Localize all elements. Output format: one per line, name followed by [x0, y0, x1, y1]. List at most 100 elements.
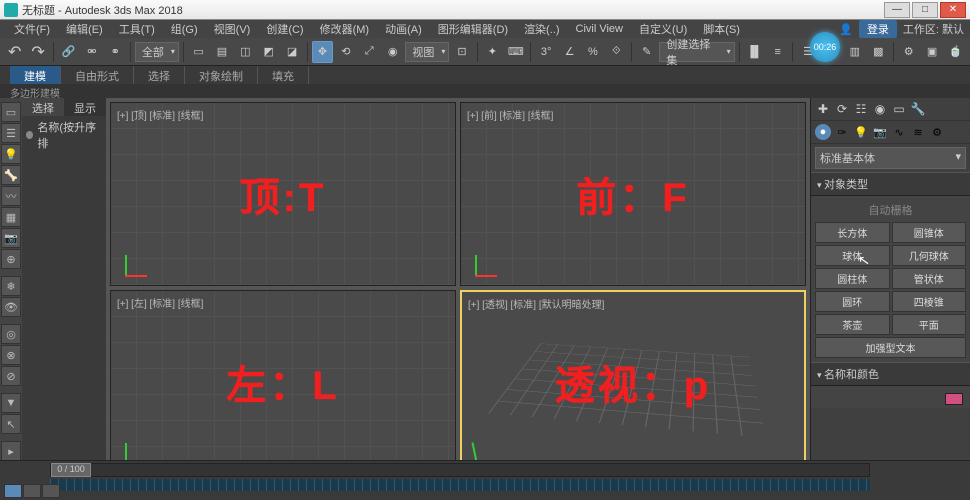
- scale-button[interactable]: ⤢: [359, 41, 380, 63]
- lt-layers[interactable]: ☰: [1, 123, 21, 143]
- render-setup-button[interactable]: ⚙: [898, 41, 919, 63]
- move-button[interactable]: ✥: [312, 41, 333, 63]
- select-window-button[interactable]: ◩: [258, 41, 279, 63]
- scene-header-row[interactable]: 名称(按升序排: [22, 116, 106, 154]
- cp-utilities-icon[interactable]: 🔧: [910, 101, 926, 117]
- viewport-left-label[interactable]: [+] [左] [标准] [线框]: [117, 295, 203, 310]
- link-button[interactable]: 🔗: [58, 41, 79, 63]
- rollout-name-color[interactable]: 名称和颜色: [811, 362, 970, 386]
- primitive-pyramid[interactable]: 四棱锥: [892, 291, 967, 312]
- rollout-object-type[interactable]: 对象类型: [811, 172, 970, 196]
- render-frame-button[interactable]: ▣: [921, 41, 942, 63]
- selection-filter-dropdown[interactable]: 全部: [135, 42, 179, 62]
- place-button[interactable]: ◉: [382, 41, 403, 63]
- time-slider-handle[interactable]: 0 / 100: [51, 463, 91, 477]
- lt-x2[interactable]: ⊘: [1, 366, 21, 386]
- autogrid-checkbox[interactable]: 自动栅格: [815, 200, 966, 220]
- lt-select[interactable]: ▭: [1, 102, 21, 122]
- primitive-cone[interactable]: 圆锥体: [892, 222, 967, 243]
- cp-display-icon[interactable]: ▭: [891, 101, 907, 117]
- lt-bone[interactable]: 🦴: [1, 165, 21, 185]
- primitive-teapot[interactable]: 茶壶: [815, 314, 890, 335]
- maximize-button[interactable]: □: [912, 2, 938, 18]
- primitive-cylinder[interactable]: 圆柱体: [815, 268, 890, 289]
- rotate-button[interactable]: ⟲: [335, 41, 356, 63]
- viewport-left[interactable]: [+] [左] [标准] [线框] 左：L: [110, 290, 456, 474]
- ribbon-tab-populate[interactable]: 填充: [258, 66, 309, 84]
- primitive-category-dropdown[interactable]: 标准基本体: [815, 147, 966, 169]
- menu-graph[interactable]: 图形编辑器(D): [430, 19, 516, 39]
- close-button[interactable]: ✕: [940, 2, 966, 18]
- lt-freeze[interactable]: ❄: [1, 276, 21, 296]
- viewport-front[interactable]: [+] [前] [标准] [线框] 前：F: [460, 102, 806, 286]
- viewport-perspective[interactable]: [+] [透视] [标准] [默认明暗处理] 透视：p: [460, 290, 806, 474]
- select-crossing-button[interactable]: ◪: [281, 41, 302, 63]
- cp-hierarchy-icon[interactable]: ☷: [853, 101, 869, 117]
- menu-group[interactable]: 组(G): [163, 19, 206, 39]
- lt-cursor[interactable]: ↖: [1, 414, 21, 434]
- menu-tools[interactable]: 工具(T): [111, 19, 163, 39]
- menu-animation[interactable]: 动画(A): [377, 19, 430, 39]
- viewport-layout-buttons[interactable]: [4, 484, 60, 498]
- scene-tab-select[interactable]: 选择: [22, 98, 64, 116]
- lt-filter[interactable]: ▼: [1, 393, 21, 413]
- cp-motion-icon[interactable]: ◉: [872, 101, 888, 117]
- viewport-front-label[interactable]: [+] [前] [标准] [线框]: [467, 107, 553, 122]
- primitive-geosphere[interactable]: 几何球体: [892, 245, 967, 266]
- redo-button[interactable]: ↷: [27, 41, 48, 63]
- pivot-button[interactable]: ⊡: [451, 41, 472, 63]
- lt-camera[interactable]: 📷: [1, 228, 21, 248]
- menu-render[interactable]: 渲染(..): [516, 19, 567, 39]
- ribbon-tab-objectpaint[interactable]: 对象绘制: [185, 66, 258, 84]
- ref-coord-dropdown[interactable]: 视图: [405, 42, 449, 62]
- select-name-button[interactable]: ▤: [211, 41, 232, 63]
- primitive-textplus[interactable]: 加强型文本: [815, 337, 966, 358]
- ribbon-subpanel[interactable]: 多边形建模: [0, 84, 970, 98]
- primitive-tube[interactable]: 管状体: [892, 268, 967, 289]
- cat-lights-icon[interactable]: 💡: [853, 124, 869, 140]
- viewport-top-label[interactable]: [+] [顶] [标准] [线框]: [117, 107, 203, 122]
- keyboard-button[interactable]: ⌨: [505, 41, 526, 63]
- cat-helpers-icon[interactable]: ∿: [891, 124, 907, 140]
- viewport-persp-label[interactable]: [+] [透视] [标准] [默认明暗处理]: [468, 296, 604, 311]
- angle-snap-button[interactable]: ∠: [559, 41, 580, 63]
- menu-create[interactable]: 创建(C): [258, 19, 311, 39]
- cat-geometry-icon[interactable]: ●: [815, 124, 831, 140]
- manipulate-button[interactable]: ✦: [482, 41, 503, 63]
- select-rect-button[interactable]: ◫: [235, 41, 256, 63]
- lt-light[interactable]: 💡: [1, 144, 21, 164]
- workspace-label[interactable]: 工作区: 默认: [903, 21, 964, 37]
- ribbon-tab-modeling[interactable]: 建模: [10, 66, 61, 84]
- color-swatch[interactable]: [945, 393, 963, 405]
- lt-helper[interactable]: ⊕: [1, 249, 21, 269]
- undo-button[interactable]: ↶: [4, 41, 25, 63]
- primitive-plane[interactable]: 平面: [892, 314, 967, 335]
- cp-create-icon[interactable]: ✚: [815, 101, 831, 117]
- time-ruler[interactable]: [50, 479, 870, 491]
- percent-snap-button[interactable]: %: [582, 41, 603, 63]
- bind-button[interactable]: ⚭: [105, 41, 126, 63]
- named-selection-dropdown[interactable]: 创建选择集: [659, 42, 734, 62]
- menu-modifiers[interactable]: 修改器(M): [312, 19, 378, 39]
- menu-civil[interactable]: Civil View: [568, 21, 631, 37]
- cat-cameras-icon[interactable]: 📷: [872, 124, 888, 140]
- cat-spacewarps-icon[interactable]: ≋: [910, 124, 926, 140]
- minimize-button[interactable]: —: [884, 2, 910, 18]
- unlink-button[interactable]: ⚮: [81, 41, 102, 63]
- primitive-sphere[interactable]: 球体: [815, 245, 890, 266]
- schematic-button[interactable]: ▥: [844, 41, 865, 63]
- cat-systems-icon[interactable]: ⚙: [929, 124, 945, 140]
- mirror-button[interactable]: ▐▌: [744, 41, 765, 63]
- scene-tab-display[interactable]: 显示: [64, 98, 106, 116]
- ribbon-tab-freeform[interactable]: 自由形式: [61, 66, 134, 84]
- lt-grid[interactable]: ▦: [1, 207, 21, 227]
- snap-button[interactable]: 3°: [535, 41, 556, 63]
- primitive-torus[interactable]: 圆环: [815, 291, 890, 312]
- lt-wave[interactable]: 〰: [1, 186, 21, 206]
- spinner-snap-button[interactable]: ⟐: [606, 41, 627, 63]
- lt-hide[interactable]: 👁: [1, 297, 21, 317]
- lt-x1[interactable]: ⊗: [1, 345, 21, 365]
- menu-file[interactable]: 文件(F): [6, 19, 58, 39]
- cp-modify-icon[interactable]: ⟳: [834, 101, 850, 117]
- edit-selection-button[interactable]: ✎: [636, 41, 657, 63]
